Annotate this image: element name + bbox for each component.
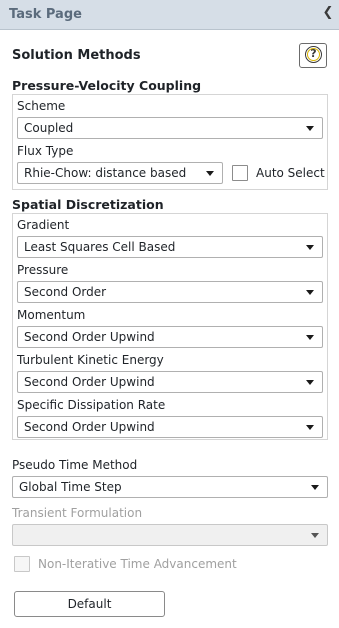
gradient-dropdown[interactable]: Least Squares Cell Based — [17, 236, 323, 258]
pressure-dropdown[interactable]: Second Order — [17, 281, 323, 303]
sdr-label: Specific Dissipation Rate — [17, 398, 166, 412]
sdr-dropdown[interactable]: Second Order Upwind — [17, 416, 323, 438]
pressure-velocity-coupling-title: Pressure-Velocity Coupling — [12, 78, 202, 93]
pseudo-time-method-label: Pseudo Time Method — [12, 458, 138, 472]
chevron-down-icon — [306, 425, 314, 430]
tke-dropdown[interactable]: Second Order Upwind — [17, 371, 323, 393]
transient-formulation-label: Transient Formulation — [12, 506, 143, 520]
sdr-value: Second Order Upwind — [24, 420, 155, 434]
pseudo-time-method-dropdown[interactable]: Global Time Step — [12, 476, 328, 498]
chevron-down-icon — [206, 171, 214, 176]
non-iterative-time-advancement-label: Non-Iterative Time Advancement — [38, 557, 237, 571]
scheme-label: Scheme — [17, 99, 66, 113]
non-iterative-time-advancement-checkbox — [14, 556, 30, 572]
auto-select-label: Auto Select — [256, 166, 325, 180]
help-icon: ? — [305, 46, 322, 63]
pseudo-time-method-value: Global Time Step — [19, 480, 122, 494]
help-button[interactable]: ? — [299, 43, 327, 68]
pressure-label: Pressure — [17, 263, 69, 277]
tke-label: Turbulent Kinetic Energy — [17, 353, 164, 367]
chevron-left-icon[interactable]: ❮ — [321, 6, 335, 20]
auto-select-checkbox[interactable] — [232, 165, 248, 181]
spatial-discretization-title: Spatial Discretization — [12, 197, 164, 212]
chevron-down-icon — [306, 290, 314, 295]
momentum-value: Second Order Upwind — [24, 330, 155, 344]
chevron-down-icon — [306, 126, 314, 131]
chevron-down-icon — [311, 485, 319, 490]
gradient-value: Least Squares Cell Based — [24, 240, 176, 254]
page-title: Solution Methods — [12, 48, 141, 63]
momentum-label: Momentum — [17, 308, 86, 322]
chevron-down-icon — [306, 380, 314, 385]
momentum-dropdown[interactable]: Second Order Upwind — [17, 326, 323, 348]
pressure-value: Second Order — [24, 285, 107, 299]
chevron-down-icon — [306, 335, 314, 340]
flux-type-label: Flux Type — [17, 144, 74, 158]
task-page-title: Task Page — [9, 7, 82, 22]
scheme-dropdown[interactable]: Coupled — [17, 117, 323, 139]
scheme-value: Coupled — [24, 121, 74, 135]
chevron-down-icon — [306, 245, 314, 250]
chevron-down-icon — [311, 533, 319, 538]
transient-formulation-dropdown — [12, 524, 328, 546]
gradient-label: Gradient — [17, 218, 70, 232]
flux-type-dropdown[interactable]: Rhie-Chow: distance based — [17, 162, 223, 184]
default-button[interactable]: Default — [14, 591, 165, 617]
tke-value: Second Order Upwind — [24, 375, 155, 389]
flux-type-value: Rhie-Chow: distance based — [24, 166, 187, 180]
